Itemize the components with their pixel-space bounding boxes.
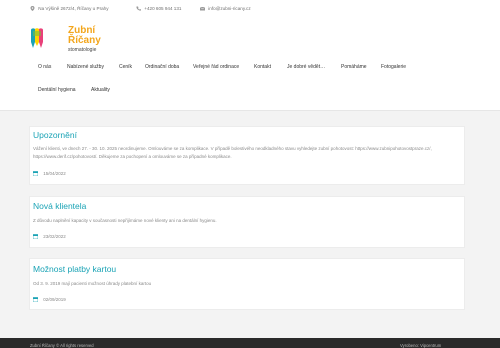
post-date: 23/02/2022	[33, 234, 66, 239]
post-title[interactable]: Upozornění	[33, 130, 77, 140]
post-card: Nová klientela Z důvodu naplnění kapacit…	[29, 196, 465, 248]
nav-item-nabizene-sluzby[interactable]: Nabízené služby	[67, 64, 104, 70]
nav-item-o-nas[interactable]: O nás	[38, 64, 51, 70]
footer-copyright: Zubní Říčany © All rights reserved	[30, 343, 94, 348]
nav-item-cenik[interactable]: Ceník	[119, 64, 132, 70]
tooth-logo-icon	[31, 28, 43, 48]
post-date: 15/04/2022	[33, 171, 66, 176]
phone-text[interactable]: +420 605 944 131	[144, 6, 181, 11]
post-card: Upozornění Vážení klienti, ve dnech 27. …	[29, 126, 465, 185]
post-text: Vážení klienti, ve dnech 27. - 30. 10. 2…	[33, 146, 432, 159]
address-text: Na Výšině 2672/4, Říčany u Prahy	[38, 6, 109, 11]
nav-item-kontakt[interactable]: Kontakt	[254, 64, 271, 70]
site-footer: Zubní Říčany © All rights reserved Vyrob…	[0, 338, 500, 348]
post-date-text: 15/04/2022	[43, 171, 66, 176]
post-date-text: 23/02/2022	[43, 234, 66, 239]
post-text: Od 3. 9. 2019 mají pacienti možnost úhra…	[33, 281, 152, 286]
calendar-icon	[33, 171, 38, 176]
address-item: Na Výšině 2672/4, Říčany u Prahy	[30, 6, 109, 11]
post-title[interactable]: Možnost platby kartou	[33, 264, 116, 274]
nav-item-ordinacni-doba[interactable]: Ordinační doba	[145, 64, 179, 70]
post-date-text: 02/09/2019	[43, 297, 66, 302]
email-text[interactable]: info@zubni-ricany.cz	[208, 6, 250, 11]
calendar-icon	[33, 234, 38, 239]
post-title[interactable]: Nová klientela	[33, 201, 86, 211]
nav-item-je-dobre-vedet[interactable]: Je dobré vědět…	[287, 64, 325, 70]
nav-item-aktuality[interactable]: Aktuality	[91, 87, 110, 93]
phone-icon	[136, 6, 141, 11]
envelope-icon	[200, 6, 205, 11]
logo-text-line2: Říčany	[68, 35, 101, 46]
logo-text-line3: stomatologie	[68, 47, 97, 53]
nav-item-verejne-rad[interactable]: Veřejné řád ordinace	[193, 64, 239, 70]
post-card: Možnost platby kartou Od 3. 9. 2019 mají…	[29, 258, 465, 310]
top-contact-bar: Na Výšině 2672/4, Říčany u Prahy +420 60…	[0, 0, 500, 20]
calendar-icon	[33, 297, 38, 302]
email-item[interactable]: info@zubni-ricany.cz	[200, 6, 251, 11]
phone-item[interactable]: +420 605 944 131	[136, 6, 181, 11]
location-pin-icon	[30, 6, 35, 11]
nav-item-fotogalerie[interactable]: Fotogalerie	[381, 64, 406, 70]
site-header: Zubní Říčany stomatologie O nás Nabízené…	[0, 20, 500, 111]
footer-credits[interactable]: Vyrobeno: Vipcentrum	[400, 343, 441, 348]
post-date: 02/09/2019	[33, 297, 66, 302]
site-logo[interactable]: Zubní Říčany stomatologie	[30, 25, 110, 56]
nav-item-pomahame[interactable]: Pomáháme	[341, 64, 367, 70]
nav-item-dentalni-hygiena[interactable]: Dentální hygiena	[38, 87, 76, 93]
post-text: Z důvodu naplnění kapacity v současnosti…	[33, 218, 217, 223]
